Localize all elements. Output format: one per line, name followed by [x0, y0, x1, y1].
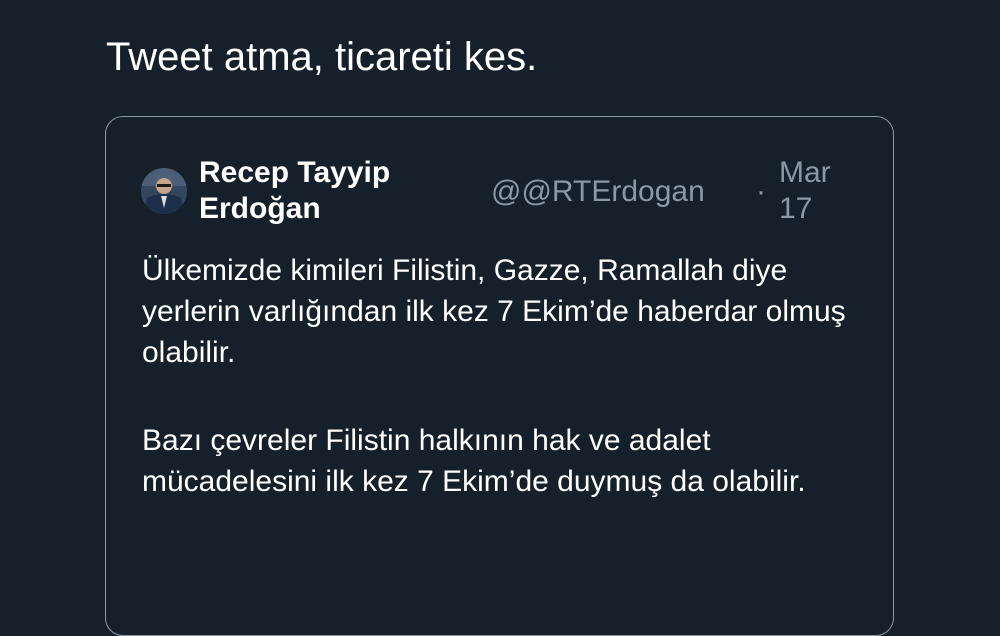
author-avatar[interactable]: [141, 168, 187, 214]
post-date[interactable]: Mar 17: [779, 155, 859, 227]
tweet-text: Tweet atma, ticareti kes.: [106, 35, 538, 79]
tweet-paragraph: Bazı çevreler Filistin halkının hak ve a…: [142, 424, 806, 498]
author-name[interactable]: Recep Tayyip Erdoğan: [199, 155, 459, 227]
author-handle[interactable]: @@RTErdogan: [491, 174, 705, 210]
separator-dot: ·: [756, 175, 766, 208]
tweet-paragraph: Ülkemizde kimileri Filistin, Gazze, Rama…: [142, 254, 846, 369]
quoted-tweet-card[interactable]: Recep Tayyip Erdoğan @@RTErdogan · Mar 1…: [105, 116, 894, 636]
